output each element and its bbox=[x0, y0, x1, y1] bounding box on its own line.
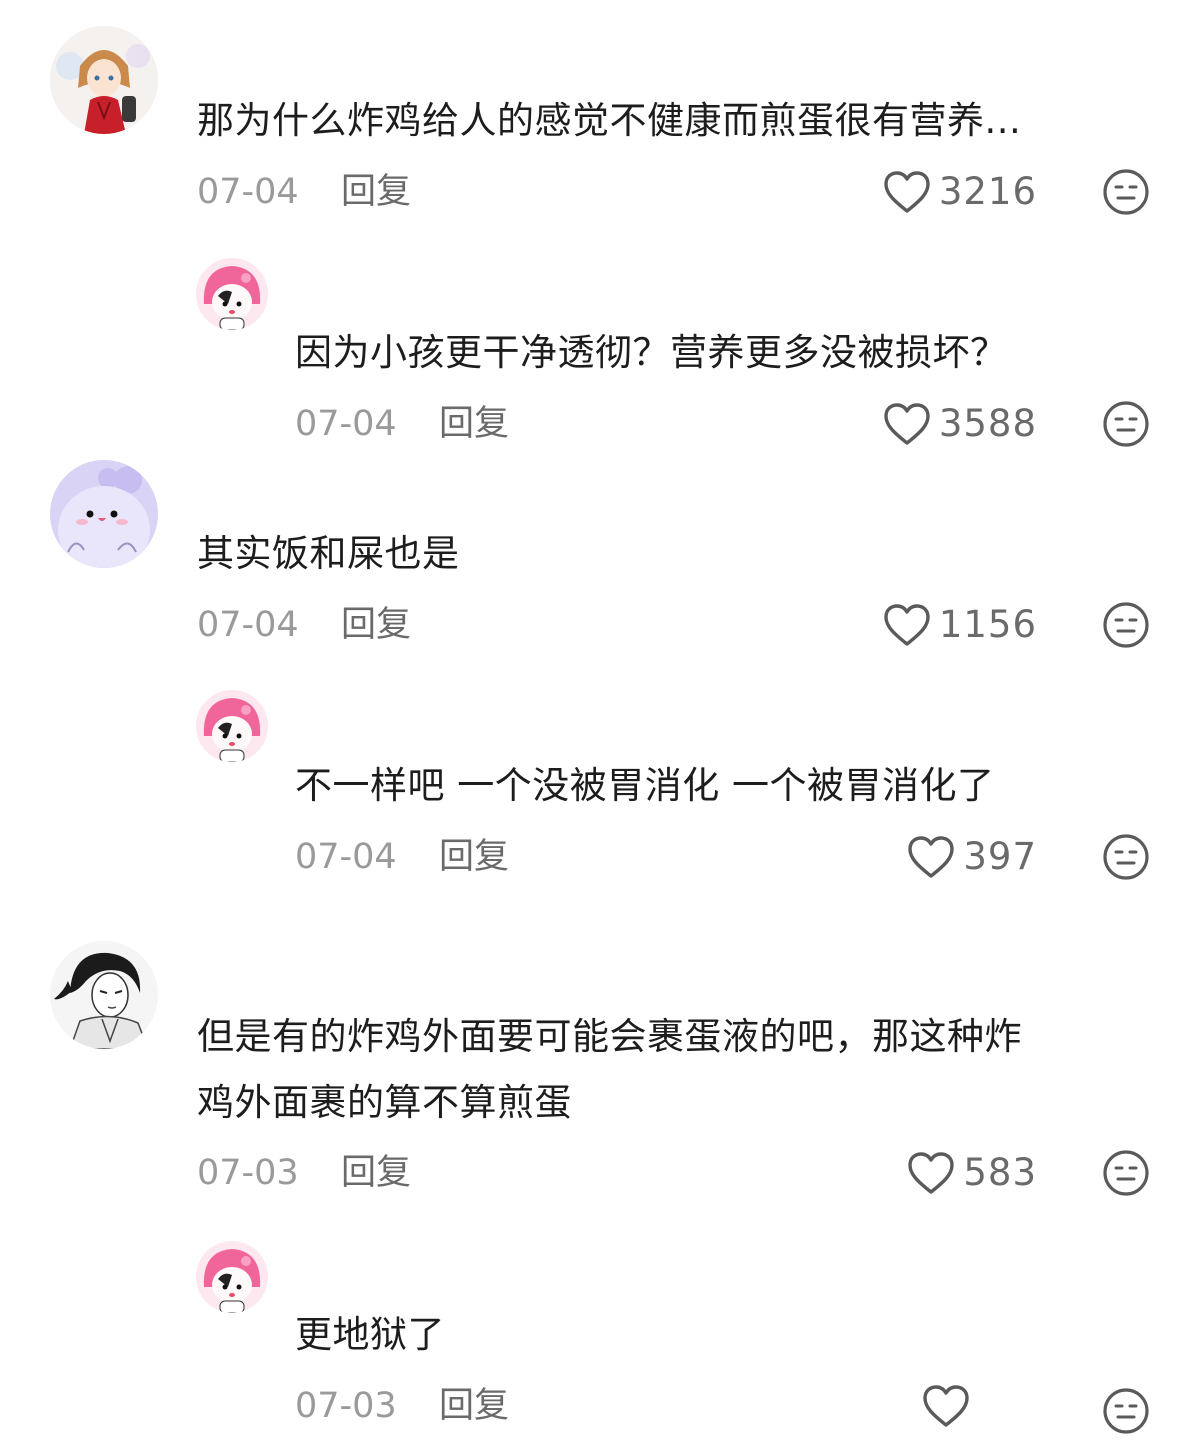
comment-meta: 07-03 回复 bbox=[0, 1381, 1200, 1434]
comment-list: 那为什么炸鸡给人的感觉不健康而煎蛋很有营养... 07-04 回复 3216 因… bbox=[0, 0, 1200, 1445]
comment-text: 但是有的炸鸡外面要可能会裹蛋液的吧，那这种炸 鸡外面裹的算不算煎蛋 bbox=[197, 1004, 1147, 1136]
comment-meta: 07-04 回复 3588 bbox=[0, 399, 1200, 449]
reaction-button[interactable] bbox=[1102, 833, 1150, 881]
avatar[interactable] bbox=[196, 258, 268, 330]
avatar[interactable] bbox=[50, 26, 158, 134]
heart-outline-icon bbox=[884, 604, 930, 646]
comment-text-line: 但是有的炸鸡外面要可能会裹蛋液的吧，那这种炸 bbox=[197, 1015, 1022, 1058]
like-count: 397 bbox=[963, 835, 1037, 878]
comment-text-line: 因为小孩更干净透彻？营养更多没被损坏？ bbox=[295, 331, 1008, 374]
pink-hood-cartoon-avatar bbox=[196, 258, 268, 330]
like-count: 3588 bbox=[938, 402, 1037, 445]
comment-text-line: 不一样吧 一个没被胃消化 一个被胃消化了 bbox=[295, 764, 995, 807]
reply-button[interactable]: 回复 bbox=[439, 399, 509, 449]
neutral-face-icon bbox=[1103, 401, 1149, 447]
reply-button[interactable]: 回复 bbox=[439, 1381, 509, 1431]
comment-date: 07-04 bbox=[197, 605, 299, 645]
reply-button[interactable]: 回复 bbox=[341, 600, 411, 650]
comment-meta: 07-04 回复 1156 bbox=[0, 600, 1200, 650]
like-button[interactable]: 397 bbox=[907, 832, 1037, 882]
comment-meta: 07-03 回复 583 bbox=[0, 1148, 1200, 1198]
like-button[interactable]: 583 bbox=[907, 1148, 1037, 1198]
like-button[interactable] bbox=[922, 1381, 978, 1431]
comment-date: 07-04 bbox=[197, 172, 299, 212]
comment-text-line: 更地狱了 bbox=[295, 1313, 445, 1356]
heart-outline-icon bbox=[923, 1385, 969, 1427]
purple-blob-avatar bbox=[50, 460, 158, 568]
like-count: 3216 bbox=[938, 170, 1037, 213]
pink-hood-cartoon-avatar bbox=[196, 690, 268, 762]
heart-outline-icon bbox=[908, 1152, 955, 1194]
comment-text: 那为什么炸鸡给人的感觉不健康而煎蛋很有营养... bbox=[197, 88, 1147, 154]
avatar[interactable] bbox=[196, 690, 268, 762]
neutral-face-icon bbox=[1103, 602, 1149, 648]
reaction-button[interactable] bbox=[1102, 400, 1150, 448]
neutral-face-icon bbox=[1103, 1388, 1149, 1434]
anime-girl-red-dress-avatar bbox=[50, 26, 158, 134]
like-button[interactable]: 3216 bbox=[883, 167, 1037, 217]
avatar[interactable] bbox=[50, 941, 158, 1049]
neutral-face-icon bbox=[1103, 834, 1149, 880]
comment-meta: 07-04 回复 3216 bbox=[0, 167, 1200, 217]
like-count: 583 bbox=[963, 1151, 1037, 1194]
reaction-button[interactable] bbox=[1102, 1149, 1150, 1197]
comment-text: 其实饭和屎也是 bbox=[197, 521, 1147, 587]
avatar[interactable] bbox=[50, 460, 158, 568]
comment-text: 更地狱了 bbox=[295, 1302, 1145, 1368]
neutral-face-icon bbox=[1103, 169, 1149, 215]
comment-text-line: 鸡外面裹的算不算煎蛋 bbox=[197, 1081, 572, 1124]
neutral-face-icon bbox=[1103, 1150, 1149, 1196]
comment-date: 07-04 bbox=[295, 404, 397, 444]
avatar[interactable] bbox=[196, 1241, 268, 1313]
like-button[interactable]: 3588 bbox=[883, 399, 1037, 449]
reaction-button[interactable] bbox=[1102, 168, 1150, 216]
reaction-button[interactable] bbox=[1102, 601, 1150, 649]
pink-hood-cartoon-avatar bbox=[196, 1241, 268, 1313]
reply-button[interactable]: 回复 bbox=[439, 832, 509, 882]
heart-outline-icon bbox=[908, 836, 955, 878]
like-count: 1156 bbox=[938, 603, 1037, 646]
sketch-man-avatar bbox=[50, 941, 158, 1049]
reaction-button[interactable] bbox=[1102, 1387, 1150, 1435]
comment-date: 07-04 bbox=[295, 837, 397, 877]
comment-date: 07-03 bbox=[197, 1153, 299, 1193]
comment-text-line: 其实饭和屎也是 bbox=[197, 532, 460, 575]
reply-button[interactable]: 回复 bbox=[341, 1148, 411, 1198]
heart-outline-icon bbox=[884, 403, 930, 445]
comment-text-line: 那为什么炸鸡给人的感觉不健康而煎蛋很有营养... bbox=[197, 99, 1022, 142]
comment-text: 不一样吧 一个没被胃消化 一个被胃消化了 bbox=[295, 753, 1145, 819]
reply-button[interactable]: 回复 bbox=[341, 167, 411, 217]
comment-meta: 07-04 回复 397 bbox=[0, 832, 1200, 882]
comment-date: 07-03 bbox=[295, 1386, 397, 1426]
comment-text: 因为小孩更干净透彻？营养更多没被损坏？ bbox=[295, 320, 1145, 386]
heart-outline-icon bbox=[884, 171, 930, 213]
like-button[interactable]: 1156 bbox=[883, 600, 1037, 650]
